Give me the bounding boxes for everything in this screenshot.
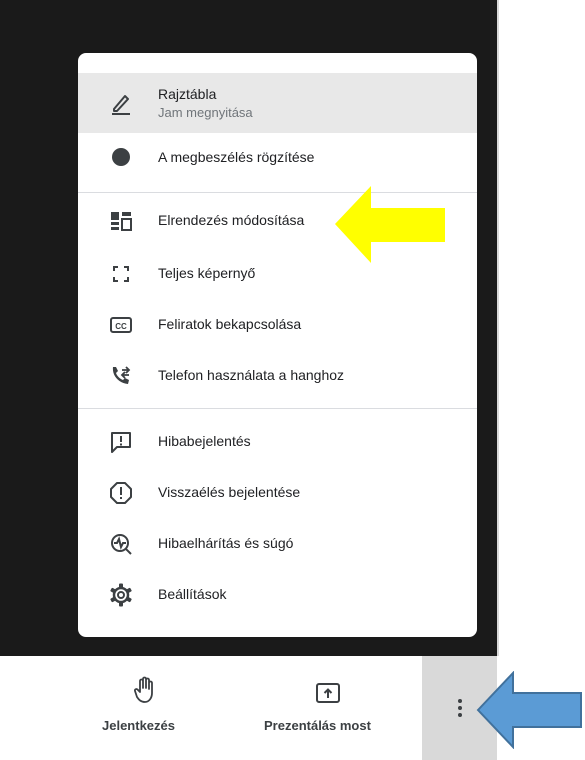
menu-item-troubleshooting[interactable]: Hibaelhárítás és súgó [78, 522, 477, 566]
blue-annotation-arrow-icon [476, 671, 582, 749]
menu-item-label: Rajztábla [158, 86, 217, 102]
present-now-label[interactable]: Prezentálás most [264, 718, 371, 733]
more-options-menu: Rajztábla Jam megnyitása A megbeszélés r… [78, 53, 477, 637]
record-icon [108, 144, 134, 170]
menu-item-label: Feliratok bekapcsolása [158, 316, 302, 332]
menu-item-feedback[interactable]: Hibabejelentés [78, 420, 477, 464]
hand-icon [134, 676, 153, 703]
fullscreen-icon [108, 261, 134, 287]
menu-divider [78, 408, 477, 409]
menu-item-label: A megbeszélés rögzítése [158, 149, 315, 165]
menu-item-record-meeting[interactable]: A megbeszélés rögzítése [78, 133, 477, 181]
menu-item-settings[interactable]: Beállítások [78, 573, 477, 617]
present-now-button[interactable] [313, 680, 343, 706]
menu-item-report-abuse[interactable]: Visszaélés bejelentése [78, 471, 477, 515]
pencil-icon [108, 90, 134, 116]
layout-icon [108, 208, 134, 234]
phone-icon [108, 363, 134, 389]
menu-item-label: Hibabejelentés [158, 433, 251, 449]
scrollbar-edge [497, 0, 499, 656]
report-icon [108, 480, 134, 506]
feedback-icon [108, 429, 134, 455]
menu-item-label: Beállítások [158, 586, 227, 602]
menu-item-whiteboard[interactable]: Rajztábla Jam megnyitása [78, 73, 477, 133]
gear-icon [108, 582, 134, 608]
menu-item-label: Telefon használata a hanghoz [158, 367, 345, 383]
present-icon [316, 683, 340, 703]
menu-item-phone-audio[interactable]: Telefon használata a hanghoz [78, 354, 477, 398]
captions-icon: CC [108, 312, 134, 338]
menu-item-label: Teljes képernyő [158, 265, 256, 281]
menu-item-label: Hibaelhárítás és súgó [158, 535, 294, 551]
raise-hand-button[interactable] [130, 675, 160, 705]
svg-text:CC: CC [115, 322, 127, 331]
menu-item-captions[interactable]: CC Feliratok bekapcsolása [78, 303, 477, 347]
raise-hand-label[interactable]: Jelentkezés [102, 718, 175, 733]
menu-item-label: Elrendezés módosítása [158, 212, 305, 228]
menu-item-label: Visszaélés bejelentése [158, 484, 301, 500]
more-vert-icon [457, 699, 462, 717]
menu-item-sublabel: Jam megnyitása [158, 105, 253, 120]
yellow-annotation-arrow-icon [335, 186, 445, 263]
troubleshoot-icon [108, 531, 134, 557]
